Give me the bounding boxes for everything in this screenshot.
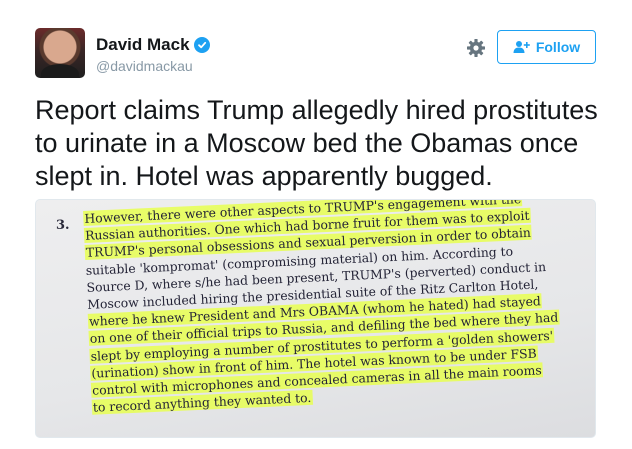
tweet-photo[interactable]: 3. However, there were other aspects to … (35, 199, 596, 438)
avatar-shoulders (41, 64, 79, 78)
name-row: David Mack (96, 35, 210, 55)
user-handle[interactable]: @davidmackau (96, 58, 193, 74)
avatar[interactable] (35, 28, 85, 78)
verified-badge-icon (193, 37, 210, 53)
tweet-text: Report claims Trump allegedly hired pros… (35, 95, 598, 191)
document-text: However, there were other aspects to TRU… (83, 200, 595, 416)
follow-button[interactable]: Follow (497, 30, 596, 64)
follow-label: Follow (535, 39, 581, 55)
display-name[interactable]: David Mack (96, 35, 190, 55)
person-plus-icon (513, 41, 530, 53)
gear-icon[interactable] (466, 38, 486, 58)
paragraph-number: 3. (56, 218, 70, 233)
